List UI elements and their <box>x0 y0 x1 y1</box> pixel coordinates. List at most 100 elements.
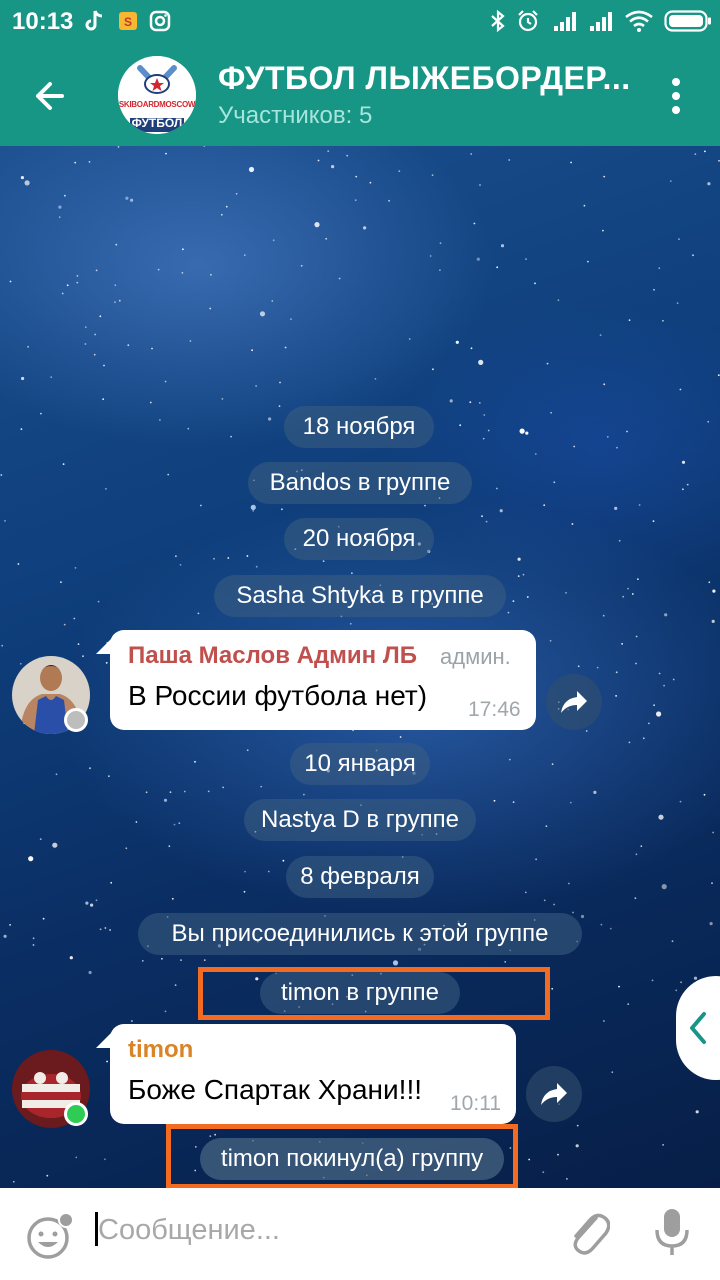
avatar-logo-top-text: SKIBOARDMOSCOW <box>118 100 196 109</box>
message-author[interactable]: timon <box>128 1036 193 1064</box>
star <box>656 711 662 717</box>
star <box>346 154 349 157</box>
event-label: Вы присоединились к этой группе <box>171 920 549 947</box>
star <box>325 237 328 240</box>
star <box>117 146 120 148</box>
star <box>603 383 606 386</box>
star <box>374 378 377 380</box>
star <box>614 506 618 510</box>
service-message: Sasha Shtyka в группе <box>214 575 506 617</box>
star <box>24 180 30 186</box>
star <box>42 917 45 920</box>
star <box>58 205 62 209</box>
star <box>64 194 66 197</box>
tiktok-icon <box>82 9 106 33</box>
star <box>104 927 107 929</box>
date-label: 8 февраля <box>300 863 420 890</box>
star <box>543 504 546 507</box>
star <box>535 858 537 861</box>
star <box>704 150 706 153</box>
star <box>508 159 511 161</box>
emoji-button[interactable] <box>26 1212 74 1260</box>
star <box>653 288 655 291</box>
star <box>482 437 485 440</box>
star <box>449 399 453 403</box>
star <box>235 192 238 195</box>
star <box>74 161 77 164</box>
star <box>104 1158 106 1161</box>
group-title[interactable]: ФУТБОЛ ЛЫЖЕБОРДЕР... <box>218 60 631 97</box>
voice-message-button[interactable] <box>652 1206 692 1258</box>
star <box>694 153 697 155</box>
star <box>21 376 25 381</box>
star <box>182 248 184 251</box>
star <box>631 593 634 595</box>
star <box>493 799 496 802</box>
star <box>525 431 529 435</box>
message-time: 17:46 <box>468 698 521 721</box>
message-bubble[interactable]: timon Боже Спартак Храни!!! 10:11 <box>110 1024 516 1124</box>
signal-icon <box>588 9 616 33</box>
chevron-left-icon <box>690 1012 706 1044</box>
star <box>62 463 65 465</box>
event-label: Sasha Shtyka в группе <box>236 582 484 609</box>
star <box>512 801 515 803</box>
star <box>424 504 426 507</box>
star <box>628 319 631 322</box>
share-button[interactable] <box>526 1066 582 1122</box>
star <box>573 445 576 448</box>
star <box>19 662 22 665</box>
star <box>209 307 212 310</box>
star <box>658 814 664 820</box>
star <box>522 573 525 576</box>
star <box>61 292 64 295</box>
attach-button[interactable] <box>566 1206 611 1256</box>
star <box>97 600 100 603</box>
star <box>271 300 274 302</box>
star <box>398 170 401 172</box>
star <box>517 557 521 561</box>
date-separator: 20 ноября <box>284 518 434 560</box>
star <box>55 773 58 776</box>
member-count[interactable]: Участников: 5 <box>218 102 372 130</box>
star <box>74 567 77 569</box>
star <box>157 268 160 271</box>
star <box>89 767 91 770</box>
star <box>127 344 130 347</box>
star <box>52 842 58 848</box>
star <box>354 199 357 202</box>
star <box>662 319 664 322</box>
star <box>314 222 320 228</box>
star <box>151 347 153 350</box>
message-text: Боже Спартак Храни!!! <box>128 1074 422 1105</box>
star <box>58 216 61 219</box>
more-menu-button[interactable] <box>664 74 688 118</box>
star <box>109 929 111 931</box>
star <box>181 272 184 274</box>
message-author[interactable]: Паша Маслов Админ ЛБ <box>128 642 417 670</box>
star <box>476 257 480 261</box>
star <box>707 420 710 423</box>
star <box>85 901 89 905</box>
star <box>125 196 129 200</box>
star <box>534 282 536 285</box>
back-button[interactable] <box>24 72 76 120</box>
message-bubble[interactable]: Паша Маслов Админ ЛБ админ. В России фут… <box>110 630 536 730</box>
star <box>230 435 233 438</box>
star <box>106 1060 108 1063</box>
star <box>664 613 668 617</box>
share-button[interactable] <box>546 674 602 730</box>
star <box>281 508 283 511</box>
star <box>678 238 680 240</box>
group-avatar[interactable]: SKIBOARDMOSCOW ФУТБОЛ <box>118 56 196 134</box>
chat-area[interactable]: 18 ноября Bandos в группе 20 ноября Sash… <box>0 146 720 1188</box>
star <box>118 299 121 302</box>
online-status-dot <box>64 1102 88 1126</box>
star <box>0 474 3 476</box>
star <box>220 213 223 216</box>
star <box>278 405 281 407</box>
side-panel-handle[interactable] <box>676 976 720 1080</box>
star <box>651 979 654 982</box>
star <box>28 856 34 862</box>
message-input[interactable] <box>98 1208 538 1252</box>
